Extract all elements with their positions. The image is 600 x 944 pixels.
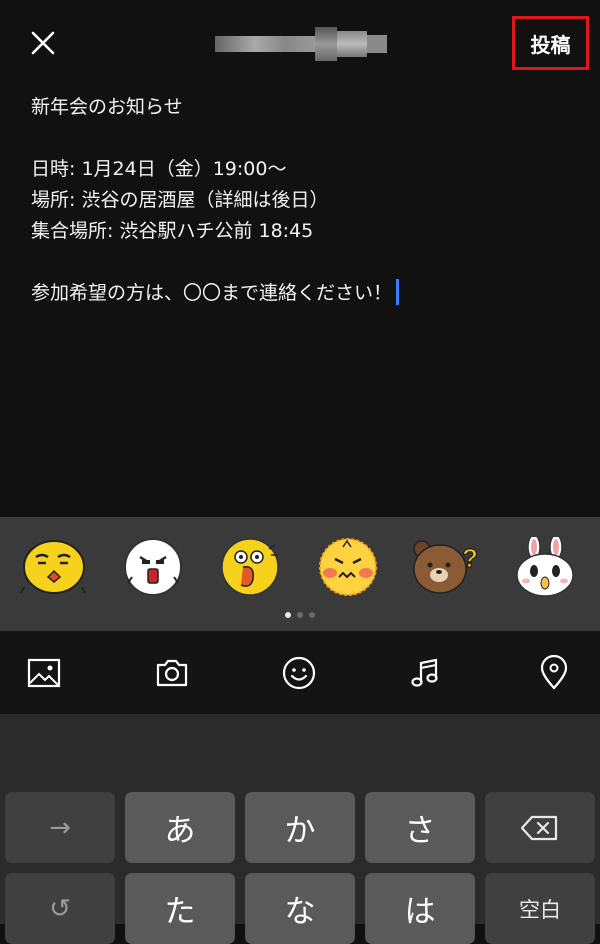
text-line: 集合場所: 渋谷駅ハチ公前 18:45 <box>31 220 314 242</box>
image-icon[interactable] <box>26 655 62 691</box>
text-line-blank <box>31 123 571 154</box>
text-line: 場所: 渋谷の居酒屋（詳細は後日） <box>31 189 329 211</box>
key-ta[interactable]: た <box>125 873 235 944</box>
post-button[interactable]: 投稿 <box>512 16 589 70</box>
text-caret <box>396 279 400 305</box>
location-pin-icon[interactable] <box>536 655 572 691</box>
text-line: 参加希望の方は、〇〇まで連絡ください！ <box>31 282 393 304</box>
text-line-last: 参加希望の方は、〇〇まで連絡ください！ <box>31 278 571 309</box>
page-dot-active <box>285 612 291 618</box>
post-text-area[interactable]: 新年会のお知らせ 日時: 1月24日（金）19:00～ 場所: 渋谷の居酒屋（詳… <box>31 92 571 309</box>
sticker-suggestion-bar: ? <box>0 517 600 631</box>
blurred-group-name <box>215 26 387 62</box>
top-bar: 投稿 <box>0 0 600 84</box>
yellow-smug-face-sticker[interactable] <box>18 537 88 597</box>
backspace-key[interactable] <box>485 792 595 863</box>
key-a[interactable]: あ <box>125 792 235 863</box>
close-icon[interactable] <box>28 28 58 58</box>
key-ka[interactable]: か <box>245 792 355 863</box>
japanese-keyboard: → あ か さ ↺ た な は 空白 <box>0 714 600 944</box>
key-na[interactable]: な <box>245 873 355 944</box>
emoji-icon[interactable] <box>281 655 317 691</box>
sally-shocked-sticker[interactable] <box>118 537 188 597</box>
camera-icon[interactable] <box>154 655 190 691</box>
text-line-blank <box>31 247 571 278</box>
text-line: 日時: 1月24日（金）19:00～ <box>31 158 287 180</box>
backspace-icon <box>520 815 558 840</box>
page-dot <box>309 612 315 618</box>
attachment-toolbar <box>0 631 600 714</box>
yellow-angry-blush-sticker[interactable] <box>313 537 383 597</box>
music-icon[interactable] <box>408 655 444 691</box>
svg-text:?: ? <box>462 543 478 573</box>
cony-surprised-sticker[interactable] <box>510 537 580 597</box>
sticker-page-indicator <box>0 612 600 618</box>
key-ha[interactable]: は <box>365 873 475 944</box>
page-dot <box>297 612 303 618</box>
key-undo[interactable]: ↺ <box>5 873 115 944</box>
key-space[interactable]: 空白 <box>485 873 595 944</box>
key-arrow-right[interactable]: → <box>5 792 115 863</box>
key-sa[interactable]: さ <box>365 792 475 863</box>
yellow-yelling-sticker[interactable] <box>215 537 285 597</box>
brown-bear-question-sticker[interactable]: ? <box>410 537 480 597</box>
post-button-label: 投稿 <box>530 32 571 57</box>
text-line: 新年会のお知らせ <box>31 96 183 118</box>
